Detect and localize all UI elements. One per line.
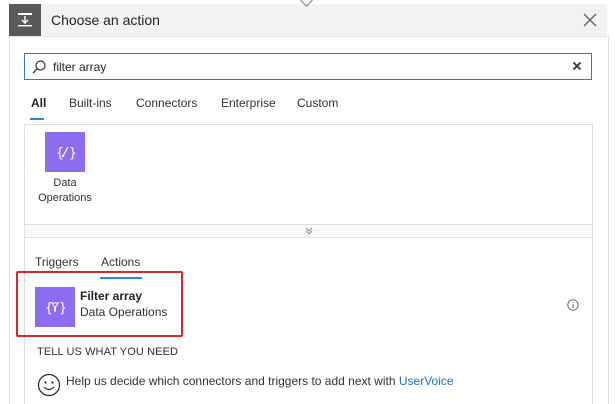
result-subtitle: Data Operations [80,305,168,319]
clear-search-icon[interactable] [571,60,583,72]
dialog-title: Choose an action [51,12,160,28]
feedback-text: Help us decide which connectors and trig… [66,374,454,388]
tab-all[interactable]: All [31,96,46,110]
filter-array-icon: { } [45,301,67,316]
tab-built-ins[interactable]: Built-ins [69,96,112,110]
close-icon[interactable] [581,11,599,29]
search-box[interactable] [24,53,592,80]
svg-text:}: } [69,146,77,161]
smiley-icon [37,373,61,397]
collapse-toggle[interactable] [24,224,593,238]
search-icon [32,60,46,74]
tab-custom[interactable]: Custom [297,96,338,110]
svg-text:{: { [56,146,64,161]
tab-active-indicator [30,118,44,120]
tab-connectors[interactable]: Connectors [136,96,197,110]
subtab-actions[interactable]: Actions [101,255,140,269]
uservoice-link[interactable]: UserVoice [399,374,454,388]
dialog-header: Choose an action [9,4,607,37]
connector-list: { } Data Operations [24,124,593,224]
connector-tile-data-operations[interactable]: { } [45,132,85,172]
double-chevron-down-icon [305,227,313,235]
subtab-triggers[interactable]: Triggers [35,255,79,269]
feedback-heading: TELL US WHAT YOU NEED [37,346,179,358]
action-step-icon [9,4,41,36]
data-operations-icon: { } [56,146,77,161]
tab-enterprise[interactable]: Enterprise [221,96,276,110]
result-item-filter-array[interactable]: { } [35,287,75,327]
connector-label: Data Operations [38,177,92,204]
result-title[interactable]: Filter array [80,289,142,303]
search-input[interactable] [53,57,553,76]
info-icon[interactable] [567,299,579,311]
svg-text:}: } [59,301,67,316]
